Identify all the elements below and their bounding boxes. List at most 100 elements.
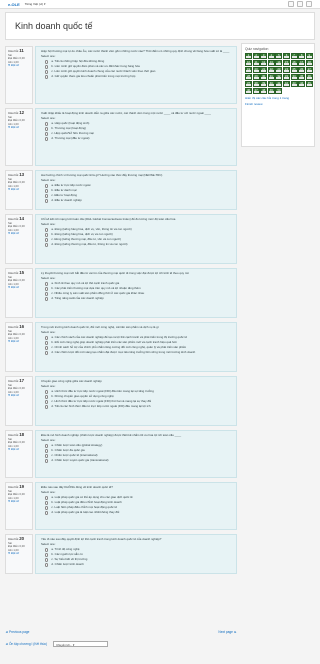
quiz-nav-button[interactable]: 32 [275,73,283,81]
quiz-nav-button[interactable]: 42 [282,80,290,88]
quiz-nav-button[interactable]: 4 [267,53,275,60]
radio-button[interactable] [45,297,49,301]
radio-button[interactable] [45,506,49,510]
radio-button[interactable] [45,563,49,567]
site-logo[interactable]: e-OLE [8,2,20,7]
radio-button[interactable] [45,287,49,291]
quiz-nav-button[interactable]: 30 [260,73,268,81]
quiz-nav-button[interactable]: 1 [245,53,252,60]
language-menu[interactable]: Tiếng Việt (vi) ▾ [25,2,46,6]
show-one-page-link[interactable]: Hiển thị các câu hỏi trong 1 trang [245,96,311,100]
flag-question-button[interactable]: ⚑ Đặt cờ [8,286,30,290]
quiz-nav-button[interactable]: 40 [267,80,275,88]
previous-page-link[interactable]: ◄ Previous page [5,630,29,634]
flag-question-button[interactable]: ⚑ Đặt cờ [8,394,30,398]
radio-button[interactable] [45,127,49,131]
quiz-nav-button[interactable]: 14 [275,59,283,67]
quiz-nav-button[interactable]: 18 [305,59,313,67]
quiz-nav-button[interactable]: 35 [298,73,306,81]
quiz-nav-button[interactable]: 38 [252,80,260,88]
radio-button[interactable] [45,346,49,350]
radio-button[interactable] [45,292,49,296]
next-page-link[interactable]: Next page ► [218,630,237,634]
radio-button[interactable] [45,199,49,203]
quiz-nav-button[interactable]: 43 [290,80,298,88]
quiz-nav-button[interactable]: 21 [260,66,268,74]
radio-button[interactable] [45,132,49,136]
quiz-nav-button[interactable]: 11 [252,59,260,67]
radio-button[interactable] [45,511,49,515]
quiz-nav-button[interactable]: 13 [267,59,275,67]
radio-button[interactable] [45,548,49,552]
radio-button[interactable] [45,454,49,458]
radio-button[interactable] [45,558,49,562]
flag-question-button[interactable]: ⚑ Đặt cờ [8,232,30,236]
flag-question-button[interactable]: ⚑ Đặt cờ [8,448,30,452]
quiz-nav-button[interactable]: 26 [298,66,306,74]
flag-question-button[interactable]: ⚑ Đặt cờ [8,500,30,504]
radio-button[interactable] [45,390,49,394]
radio-button[interactable] [45,496,49,500]
quiz-nav-button[interactable]: 34 [290,73,298,81]
answer-option[interactable]: d. Đúng (luồng thương mại, đầu tư, thông… [41,242,231,248]
quiz-nav-button[interactable]: 31 [267,73,275,81]
finish-review-link[interactable]: Finish review [245,102,311,106]
radio-button[interactable] [45,228,49,232]
radio-button[interactable] [45,194,49,198]
radio-button[interactable] [45,65,49,69]
quiz-nav-button[interactable]: 3 [260,53,268,60]
quiz-nav-button[interactable]: 9 [305,53,313,60]
quiz-nav-button[interactable]: 20 [252,66,260,74]
radio-button[interactable] [45,501,49,505]
quiz-nav-button[interactable]: 50 [275,87,283,95]
quiz-nav-button[interactable]: 23 [275,66,283,74]
answer-option[interactable]: d. Tăng năng suất của các doanh nghiệp [41,296,231,302]
user-avatar[interactable] [306,1,312,7]
previous-activity-link[interactable]: ◄ Ôn tập chương I (Kết thúc) [5,642,47,646]
answer-option[interactable]: d. Đầu tư doanh nghiệp [41,198,231,204]
flag-question-button[interactable]: ⚑ Đặt cờ [8,126,30,130]
message-icon[interactable] [297,1,303,7]
radio-button[interactable] [45,405,49,409]
radio-button[interactable] [45,444,49,448]
radio-button[interactable] [45,341,49,345]
quiz-nav-button[interactable]: 16 [290,59,298,67]
radio-button[interactable] [45,449,49,453]
quiz-nav-button[interactable]: 37 [245,80,252,88]
radio-button[interactable] [45,400,49,404]
answer-option[interactable]: d. Chiến lược xuyên quốc gia (transnatio… [41,458,231,464]
quiz-nav-button[interactable]: 29 [252,73,260,81]
radio-button[interactable] [45,282,49,286]
radio-button[interactable] [45,459,49,463]
quiz-nav-button[interactable]: 8 [298,53,306,60]
answer-option[interactable]: d. Thương mại (đầu tư ngoài) [41,136,231,142]
quiz-nav-button[interactable]: 22 [267,66,275,74]
quiz-nav-button[interactable]: 39 [260,80,268,88]
radio-button[interactable] [45,351,49,355]
quiz-nav-button[interactable]: 46 [245,87,252,95]
quiz-nav-button[interactable]: 17 [298,59,306,67]
flag-question-button[interactable]: ⚑ Đặt cờ [8,340,30,344]
radio-button[interactable] [45,238,49,242]
quiz-nav-button[interactable]: 10 [245,59,252,67]
quiz-nav-button[interactable]: 15 [282,59,290,67]
flag-question-button[interactable]: ⚑ Đặt cờ [8,188,30,192]
quiz-nav-button[interactable]: 28 [245,73,252,81]
answer-option[interactable]: d. Chiến lược kinh doanh [41,562,231,568]
answer-option[interactable]: d. Các chiến lược đổi mới sáng tạo nhằm … [41,350,231,356]
radio-button[interactable] [45,395,49,399]
answer-option[interactable]: d. Giữ quyền tham gia tiêu chuẩn phát tr… [41,74,231,80]
quiz-nav-button[interactable]: 12 [260,59,268,67]
radio-button[interactable] [45,553,49,557]
quiz-nav-button[interactable]: 2 [252,53,260,60]
quiz-nav-button[interactable]: 49 [267,87,275,95]
radio-button[interactable] [45,122,49,126]
radio-button[interactable] [45,75,49,79]
radio-button[interactable] [45,60,49,64]
radio-button[interactable] [45,243,49,247]
quiz-nav-button[interactable]: 19 [245,66,252,74]
quiz-nav-button[interactable]: 25 [290,66,298,74]
bell-icon[interactable] [288,1,294,7]
quiz-nav-button[interactable]: 45 [305,80,313,88]
radio-button[interactable] [45,336,49,340]
